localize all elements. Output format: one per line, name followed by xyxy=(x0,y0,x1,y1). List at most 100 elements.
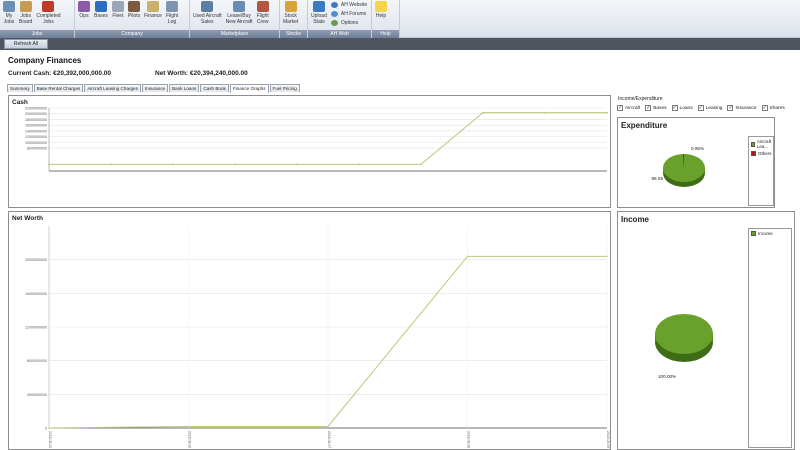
checkbox[interactable]: ✓ xyxy=(697,105,704,111)
crew-icon xyxy=(256,1,269,12)
category-filters: ✓ Aircraft ✓ Bases ✓ Loans ✓ Leasing ✓ Insurance ✓… xyxy=(617,105,790,111)
ribbon-button-clipboard[interactable]: My Jobs xyxy=(1,0,17,25)
refresh-all-button[interactable]: Refresh All xyxy=(4,39,48,49)
ribbon-link-options[interactable]: Options xyxy=(330,18,367,27)
ribbon-button-lightbulb[interactable]: Help xyxy=(373,0,389,19)
tab-bank-loans[interactable]: Bank Loans xyxy=(169,84,200,92)
ribbon-button-label: Fleet xyxy=(112,13,124,19)
money-icon xyxy=(147,1,160,12)
checkbox[interactable]: ✓ xyxy=(671,105,678,111)
checkbox[interactable]: ✓ xyxy=(645,105,652,111)
filter-shares[interactable]: ✓ Shares xyxy=(761,105,785,111)
ribbon-button-label: Lease/Buy New Aircraft xyxy=(225,13,253,25)
y-tick-label: 4000000000 xyxy=(27,393,47,397)
filter-loans[interactable]: ✓ Loans xyxy=(671,105,693,111)
cash-chart: 2200000000020000000000 18000000000 1600000… xyxy=(25,107,608,172)
y-tick-label: 20000000000 xyxy=(25,112,47,116)
ribbon-link-forums[interactable]: AH Forums xyxy=(330,9,367,18)
x-tick-label: 2018.08.09 xyxy=(606,431,610,448)
ops-icon xyxy=(78,1,90,12)
legend-swatch xyxy=(751,151,756,156)
data-point xyxy=(172,163,174,166)
legend-label: Income xyxy=(758,231,773,236)
ribbon-button-new-aircraft[interactable]: Lease/Buy New Aircraft xyxy=(224,0,255,25)
globe-icon xyxy=(94,1,107,12)
ribbon-button-label: Ops xyxy=(79,13,89,19)
ribbon-link-website[interactable]: AH Website xyxy=(330,0,367,9)
y-tick-label: 8000000000 xyxy=(27,359,47,363)
tab-insurance[interactable]: Insurance xyxy=(141,84,169,92)
y-tick-label: 8000000000 xyxy=(27,147,47,151)
series-line xyxy=(49,112,607,165)
filter-leasing[interactable]: ✓ Leasing xyxy=(697,105,722,111)
filter-aircraft[interactable]: ✓ Aircraft xyxy=(617,105,640,111)
ribbon-button-used-aircraft[interactable]: Used Aircraft Sales xyxy=(191,0,224,25)
filter-bases[interactable]: ✓ Bases xyxy=(645,105,667,111)
ribbon-button-label: Help xyxy=(375,13,387,19)
checkbox[interactable]: ✓ xyxy=(727,105,734,111)
x-tick-label: 2018.08.05 xyxy=(48,431,52,448)
data-point xyxy=(110,163,112,166)
ribbon-button-jobs-board[interactable]: Jobs Board xyxy=(17,0,34,25)
checkmark-icon xyxy=(42,1,55,12)
ribbon-button-pilot[interactable]: Pilots xyxy=(126,0,142,19)
current-cash: Current Cash: €20,392,000,000.00 xyxy=(8,70,111,77)
data-point xyxy=(420,163,422,166)
ribbon-group-jobs: My Jobs Jobs Board Completed Jobs Jobs xyxy=(0,0,75,38)
x-tick-label: 2018.08.08 xyxy=(467,431,471,448)
y-tick-label: 12000000000 xyxy=(25,326,47,330)
ribbon-group-help: Help Help xyxy=(372,0,400,38)
legend-label: Others xyxy=(758,151,772,156)
ribbon-group-label: AH Web xyxy=(308,30,371,38)
ribbon-button-ops[interactable]: Ops xyxy=(76,0,92,19)
x-tick-label: 2018.08.06 xyxy=(188,431,192,448)
ribbon-link-label: Options xyxy=(340,19,359,26)
options-icon xyxy=(330,19,338,26)
website-icon xyxy=(330,1,338,8)
ribbon-button-label: Used Aircraft Sales xyxy=(193,13,222,25)
ribbon-button-logbook[interactable]: Flight Log xyxy=(164,0,180,25)
legend-item: Others xyxy=(751,151,773,156)
cash-chart-panel: Cash 22000000000 20000000000 18000000000 16… xyxy=(8,95,611,208)
ribbon-button-upload[interactable]: Upload Stats xyxy=(309,0,329,25)
filter-label: Aircraft xyxy=(625,105,641,111)
tab-finance-graphs[interactable]: Finance Graphs xyxy=(229,84,269,93)
ribbon-button-stock-market[interactable]: Stock Market xyxy=(281,0,300,25)
income-panel: Income 100.00% Income xyxy=(617,211,795,450)
tab-cash-book[interactable]: Cash Book xyxy=(200,84,229,92)
y-tick-label: 10000000000 xyxy=(25,141,47,145)
ribbon-button-airplane[interactable]: Fleet xyxy=(110,0,126,19)
y-tick-label: 16000000000 xyxy=(25,292,47,296)
checkbox[interactable]: ✓ xyxy=(617,105,623,111)
ribbon-button-globe[interactable]: Bases xyxy=(92,0,110,19)
tab-aircraft-leasing-charges[interactable]: Aircraft Leasing Charges xyxy=(84,84,141,92)
pie-data-label: 99.05 xyxy=(652,176,664,181)
filter-label: Insurance xyxy=(735,105,757,111)
legend-item: Aircraft Lea... xyxy=(751,139,773,149)
legend-item: Income xyxy=(751,231,791,236)
used-aircraft-icon xyxy=(201,1,214,12)
filter-label: Shares xyxy=(769,105,785,111)
checkbox[interactable]: ✓ xyxy=(761,105,768,111)
ribbon-button-label: Flight Log xyxy=(165,13,179,25)
ribbon-button-money[interactable]: Finance xyxy=(142,0,164,19)
logbook-icon xyxy=(166,1,179,12)
tab-base-rental-charges[interactable]: Base Rental Charges xyxy=(33,84,84,92)
income-legend: Income xyxy=(748,228,792,448)
pie-data-label: 100.00% xyxy=(658,374,676,379)
ribbon-group-label: Marketplace xyxy=(190,30,279,38)
tab-summary[interactable]: Summary xyxy=(7,84,33,92)
data-point xyxy=(48,163,50,166)
ribbon-button-label: Finance xyxy=(144,13,162,19)
ribbon-button-label: Bases xyxy=(94,13,108,19)
x-tick-label: 2018.08.07 xyxy=(327,431,331,448)
data-point xyxy=(482,111,484,114)
filter-insurance[interactable]: ✓ Insurance xyxy=(727,105,757,111)
filter-label: Bases xyxy=(653,105,667,111)
airplane-icon xyxy=(111,1,124,12)
legend-label: Aircraft Lea... xyxy=(756,139,772,149)
ribbon-button-label: Flight Crew xyxy=(256,13,269,25)
ribbon-button-checkmark[interactable]: Completed Jobs xyxy=(34,0,62,25)
tab-fuel-pricing[interactable]: Fuel Pricing xyxy=(269,84,300,92)
ribbon-button-crew[interactable]: Flight Crew xyxy=(255,0,271,25)
